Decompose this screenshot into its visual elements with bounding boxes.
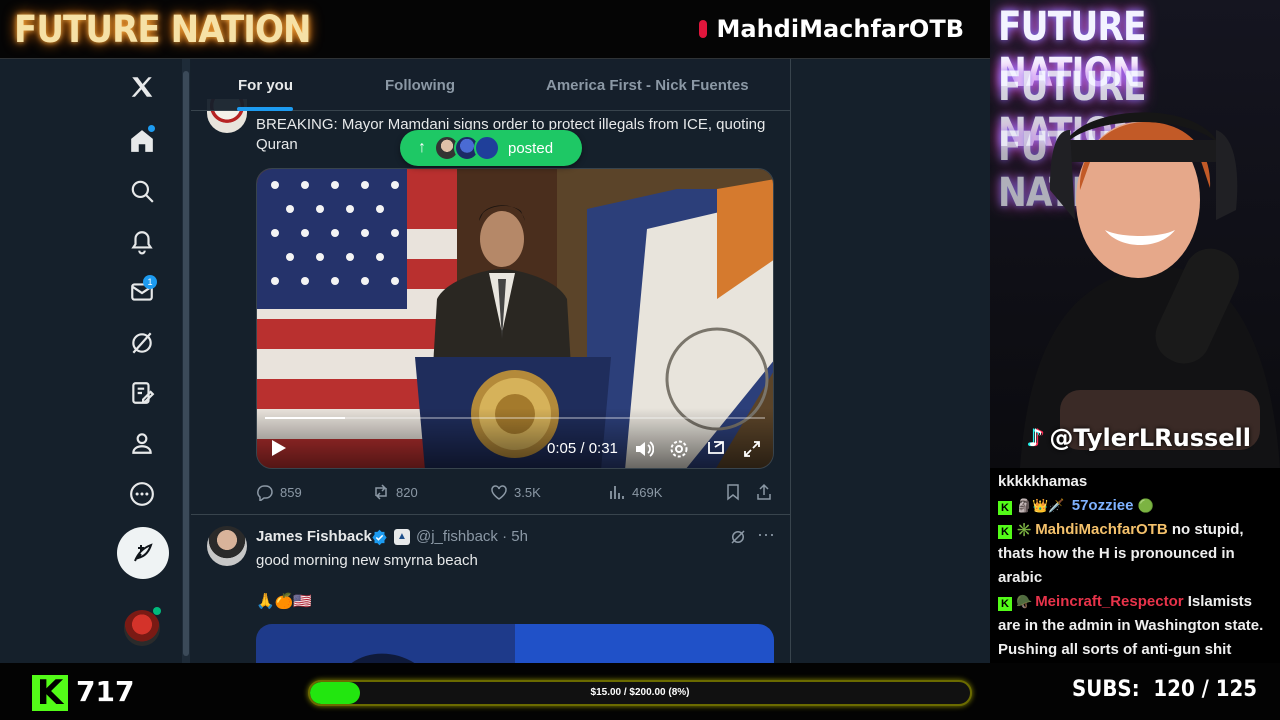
chat-message: K ✳️ MahdiMachfarOTB no stupid, thats how …: [998, 518, 1272, 590]
tweet-author-handle: @j_fishback · 5h: [416, 528, 528, 545]
tab-following[interactable]: Following: [385, 77, 455, 94]
chat-message: K 🪖 Meincraft_Respector Islamists are in t…: [998, 590, 1272, 662]
account-status-dot: [153, 607, 161, 615]
like-button[interactable]: 3.5K: [490, 483, 541, 501]
tweet-actions: 859 820 3.5K 469K: [256, 483, 781, 503]
tweet[interactable]: James Fishback ▲ @j_fishback · 5h ··· go…: [191, 516, 790, 663]
stream-top-banner: FUTURE NATION MahdiMachfarOTB: [0, 0, 990, 58]
kick-badge-icon: K: [998, 525, 1012, 539]
bookmark-icon: [727, 484, 739, 501]
share-button[interactable]: [755, 483, 779, 501]
streamer-person: [1020, 112, 1280, 468]
tweet-author-name[interactable]: James Fishback: [256, 528, 372, 545]
affiliate-badge-icon: ▲: [394, 529, 410, 545]
view-count: 469K: [632, 484, 663, 500]
reply-button[interactable]: 859: [256, 483, 302, 501]
chat-badges: 🪖: [1016, 594, 1033, 609]
live-indicator-icon: [698, 20, 707, 38]
subs-counter: SUBS: 120 / 125: [1072, 677, 1257, 702]
profile-icon[interactable]: [128, 429, 156, 457]
donation-goal-bar: $15.00 / $200.00 (8%): [308, 680, 972, 706]
brand-title: FUTURE NATION: [14, 8, 312, 51]
subs-value: 120 / 125: [1153, 677, 1258, 702]
chat-panel: kkkkkhamas K 🗿👑🗡️ 57ozziee 🟢 K ✳️ MahdiMach…: [990, 468, 1280, 663]
compose-list-icon[interactable]: [128, 379, 156, 407]
tweet-video[interactable]: 0:05 / 0:31: [256, 168, 774, 469]
views-chart-icon: [610, 486, 624, 499]
messages-badge: 1: [143, 275, 157, 289]
timeline: For you Following America First - Nick F…: [191, 59, 791, 663]
timeline-tabs: For you Following America First - Nick F…: [191, 59, 790, 111]
more-icon[interactable]: [128, 480, 156, 508]
share-icon: [757, 483, 771, 500]
tab-america-first[interactable]: America First - Nick Fuentes: [546, 77, 749, 94]
picture-in-picture-icon[interactable]: [706, 439, 726, 459]
home-notification-dot: [148, 125, 155, 132]
chat-badges: ✳️: [1016, 522, 1033, 537]
video-progress-bar[interactable]: [265, 417, 765, 419]
video-time: 0:05 / 0:31: [547, 440, 618, 457]
kick-logo-icon: K: [32, 675, 68, 711]
tiktok-logo-icon: ♪: [1028, 424, 1044, 452]
tab-for-you[interactable]: For you: [238, 77, 293, 94]
volume-icon[interactable]: [634, 439, 654, 459]
chat-badges: 🗿👑🗡️: [1016, 498, 1065, 513]
chat-message: kkkkkhamas: [998, 470, 1272, 494]
bell-icon[interactable]: [128, 228, 156, 256]
settings-gear-icon[interactable]: [669, 439, 689, 459]
chat-username[interactable]: MahdiMachfarOTB: [1035, 521, 1168, 538]
bookmark-button[interactable]: [724, 483, 748, 501]
tweet-author-avatar[interactable]: [207, 526, 247, 566]
stream-screen: FUTURE NATION MahdiMachfarOTB 1 For you …: [0, 0, 1280, 720]
reply-icon: [257, 485, 273, 501]
pill-avatar: [474, 135, 500, 161]
x-browser-window: 1 For you Following America First - Nick…: [0, 58, 990, 663]
x-logo-icon[interactable]: [128, 73, 156, 101]
views-button[interactable]: 469K: [608, 483, 662, 501]
repost-button[interactable]: 820: [372, 483, 418, 501]
play-icon[interactable]: [271, 439, 287, 457]
chat-text: kkkkkhamas: [998, 473, 1088, 490]
tweet-text: good morning new smyrna beach: [256, 552, 478, 569]
active-tab-indicator: [237, 107, 293, 111]
repost-count: 820: [396, 484, 418, 500]
tweet-emoji-line: 🙏🍊🇺🇸: [256, 593, 313, 610]
streamer-handle: MahdiMachfarOTB: [698, 15, 965, 43]
chat-username[interactable]: 57ozziee: [1072, 497, 1134, 514]
account-avatar[interactable]: [124, 610, 160, 646]
webcam-feed: FUTURE NATION FUTURE NATION FUTURE NATIO…: [990, 0, 1280, 468]
new-posts-label: posted: [508, 139, 554, 157]
grok-icon[interactable]: [128, 329, 156, 357]
scrollbar-thumb[interactable]: [183, 71, 189, 656]
kick-badge-icon: K: [998, 597, 1012, 611]
fullscreen-icon[interactable]: [742, 439, 762, 459]
more-options-icon[interactable]: ···: [757, 524, 775, 545]
repost-icon: [375, 484, 387, 500]
donation-goal-text: $15.00 / $200.00 (8%): [590, 687, 690, 698]
arrow-up-icon: ↑: [418, 139, 426, 156]
subs-label: SUBS:: [1072, 677, 1140, 702]
stream-bottom-bar: K 717 $15.00 / $200.00 (8%) SUBS: 120 / …: [0, 663, 1280, 720]
kick-badge-icon: K: [998, 501, 1012, 515]
heart-icon: [491, 485, 507, 500]
like-count: 3.5K: [514, 484, 541, 500]
search-icon[interactable]: [128, 177, 156, 205]
tweet-image-content: [351, 653, 415, 663]
tiktok-handle: ♪ @TylerLRussell: [1028, 424, 1251, 452]
new-posts-pill[interactable]: ↑ posted: [400, 130, 582, 166]
streamer-handle-text: MahdiMachfarOTB: [716, 15, 965, 43]
video-progress-fill: [265, 417, 345, 419]
post-button[interactable]: [117, 527, 169, 579]
reply-count: 859: [280, 484, 302, 500]
tweet-image[interactable]: [256, 624, 774, 663]
verified-badge-icon: [372, 529, 387, 546]
chat-message: K 🗿👑🗡️ 57ozziee 🟢: [998, 494, 1272, 518]
post-feather-icon: [134, 543, 153, 562]
chat-username[interactable]: Meincraft_Respector: [1035, 593, 1183, 610]
sidebar-nav: 1: [0, 59, 182, 663]
chat-emote-icon: 🟢: [1137, 498, 1154, 513]
tiktok-handle-text: @TylerLRussell: [1049, 424, 1251, 452]
grok-icon[interactable]: [729, 528, 747, 546]
kick-viewer-count: 717: [76, 675, 135, 708]
